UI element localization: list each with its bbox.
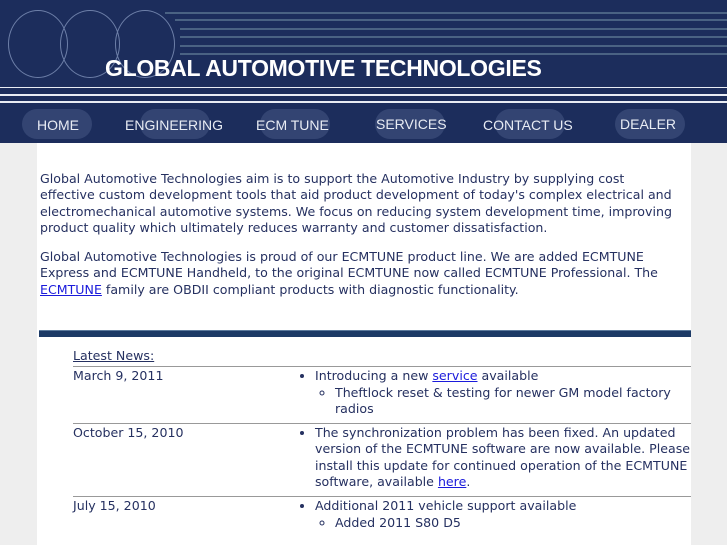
- nav-engineering[interactable]: ENGINEERING: [125, 117, 223, 133]
- news-subitem: Theftlock reset & testing for newer GM m…: [335, 385, 691, 418]
- news-item: The synchronization problem has been fix…: [315, 425, 691, 490]
- globe-icon: [8, 10, 68, 78]
- latest-news: Latest News: March 9, 2011 Introducing a…: [73, 348, 691, 537]
- nav-home[interactable]: HOME: [37, 117, 79, 133]
- news-item: Introducing a new service available Thef…: [315, 368, 691, 417]
- news-heading: Latest News:: [73, 348, 155, 363]
- text: Global Automotive Technologies is proud …: [40, 249, 658, 281]
- service-link[interactable]: service: [432, 368, 477, 383]
- intro-paragraph: Global Automotive Technologies aim is to…: [40, 171, 672, 235]
- text: family are OBDII compliant products with…: [101, 281, 519, 297]
- divider: [39, 330, 691, 337]
- news-row: October 15, 2010 The synchronization pro…: [73, 423, 691, 496]
- main-content: Global Automotive Technologies aim is to…: [37, 143, 691, 545]
- intro: Global Automotive Technologies aim is to…: [37, 143, 691, 298]
- news-row: July 15, 2010 Additional 2011 vehicle su…: [73, 496, 691, 537]
- intro-paragraph: Global Automotive Technologies is proud …: [40, 249, 680, 298]
- text: .: [466, 474, 471, 490]
- nav-services[interactable]: SERVICES: [376, 116, 447, 132]
- nav-ecm-tune[interactable]: ECM TUNE: [256, 117, 329, 133]
- text: The synchronization problem has been fix…: [315, 425, 691, 490]
- text: Introducing a new: [315, 368, 433, 384]
- text: Additional 2011 vehicle support availabl…: [315, 498, 577, 514]
- news-item: Additional 2011 vehicle support availabl…: [315, 498, 691, 531]
- ecmtune-link[interactable]: ECMTUNE: [40, 282, 102, 297]
- main-nav: HOME ENGINEERING ECM TUNE SERVICES CONTA…: [0, 104, 727, 143]
- text: available: [477, 368, 539, 384]
- site-title: GLOBAL AUTOMOTIVE TECHNOLOGIES: [105, 55, 542, 81]
- news-row: March 9, 2011 Introducing a new service …: [73, 366, 691, 423]
- nav-dealer[interactable]: DEALER: [620, 116, 676, 132]
- nav-contact-us[interactable]: CONTACT US: [483, 117, 573, 133]
- site-header: GLOBAL AUTOMOTIVE TECHNOLOGIES HOME ENGI…: [0, 0, 727, 143]
- here-link[interactable]: here: [438, 474, 466, 489]
- news-date: July 15, 2010: [73, 498, 156, 514]
- news-date: October 15, 2010: [73, 425, 184, 441]
- news-subitem: Added 2011 S80 D5: [335, 515, 691, 531]
- news-date: March 9, 2011: [73, 368, 164, 384]
